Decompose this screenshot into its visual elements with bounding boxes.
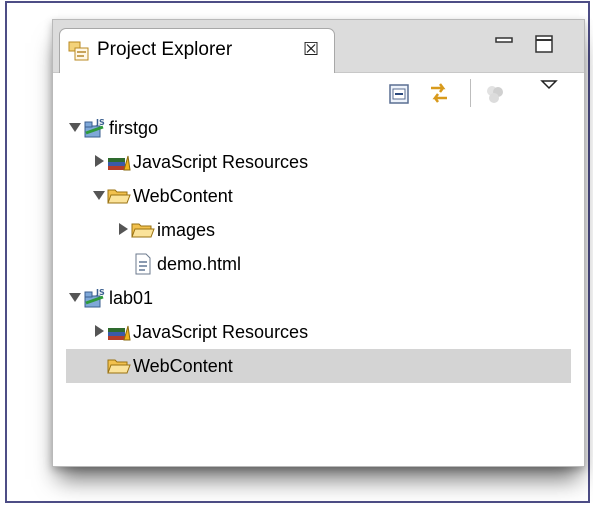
working-sets-icon[interactable]	[483, 82, 507, 106]
tree-item-label: lab01	[109, 288, 154, 308]
js-project-icon: JS	[84, 118, 105, 138]
minimize-icon[interactable]	[494, 34, 514, 54]
js-resources-icon	[108, 155, 131, 171]
tree-item[interactable]: demo.html	[66, 247, 571, 281]
tree-item[interactable]: JS lab01	[66, 281, 571, 315]
js-project-icon: JS	[84, 288, 105, 308]
tree-item-label: WebContent	[133, 186, 233, 206]
collapsed-arrow-icon[interactable]	[116, 222, 130, 236]
tree-item-label: demo.html	[157, 254, 242, 274]
view-tab-strip: Project Explorer ☒	[53, 20, 584, 73]
tree-item-label: JavaScript Resources	[133, 322, 309, 342]
html-file-icon	[135, 253, 151, 275]
tab-project-explorer[interactable]: Project Explorer ☒	[59, 28, 335, 73]
svg-text:JS: JS	[95, 118, 105, 127]
folder-open-icon	[131, 223, 155, 238]
project-explorer-view: Project Explorer ☒ JS firstgo JavaScript…	[52, 19, 585, 467]
maximize-icon[interactable]	[534, 34, 554, 54]
tree-item-label: firstgo	[109, 118, 159, 138]
tree-item[interactable]: JavaScript Resources	[66, 315, 571, 349]
close-icon[interactable]: ☒	[303, 39, 319, 60]
tree-item[interactable]: JavaScript Resources	[66, 145, 571, 179]
toolbar-separator	[470, 79, 471, 107]
view-menu-icon[interactable]	[537, 75, 561, 99]
js-resources-icon	[108, 325, 131, 341]
expanded-arrow-icon[interactable]	[92, 188, 106, 202]
link-with-editor-icon[interactable]	[427, 81, 451, 105]
project-explorer-icon	[68, 41, 89, 61]
tab-title: Project Explorer	[97, 39, 233, 60]
tree-item-label: images	[157, 220, 216, 240]
tree-item[interactable]: WebContent	[66, 349, 571, 383]
collapsed-arrow-icon[interactable]	[92, 154, 106, 168]
expanded-arrow-icon[interactable]	[68, 120, 82, 134]
folder-open-icon	[107, 359, 131, 374]
view-toolbar	[53, 73, 584, 109]
tree-item-label: WebContent	[133, 356, 233, 376]
collapse-all-icon[interactable]	[387, 82, 411, 106]
tree-item-label: JavaScript Resources	[133, 152, 309, 172]
tree-item[interactable]: images	[66, 213, 571, 247]
tree-item[interactable]: JS firstgo	[66, 111, 571, 145]
collapsed-arrow-icon[interactable]	[92, 324, 106, 338]
folder-open-icon	[107, 189, 131, 204]
tree-item[interactable]: WebContent	[66, 179, 571, 213]
expanded-arrow-icon[interactable]	[68, 290, 82, 304]
svg-text:JS: JS	[95, 288, 105, 297]
